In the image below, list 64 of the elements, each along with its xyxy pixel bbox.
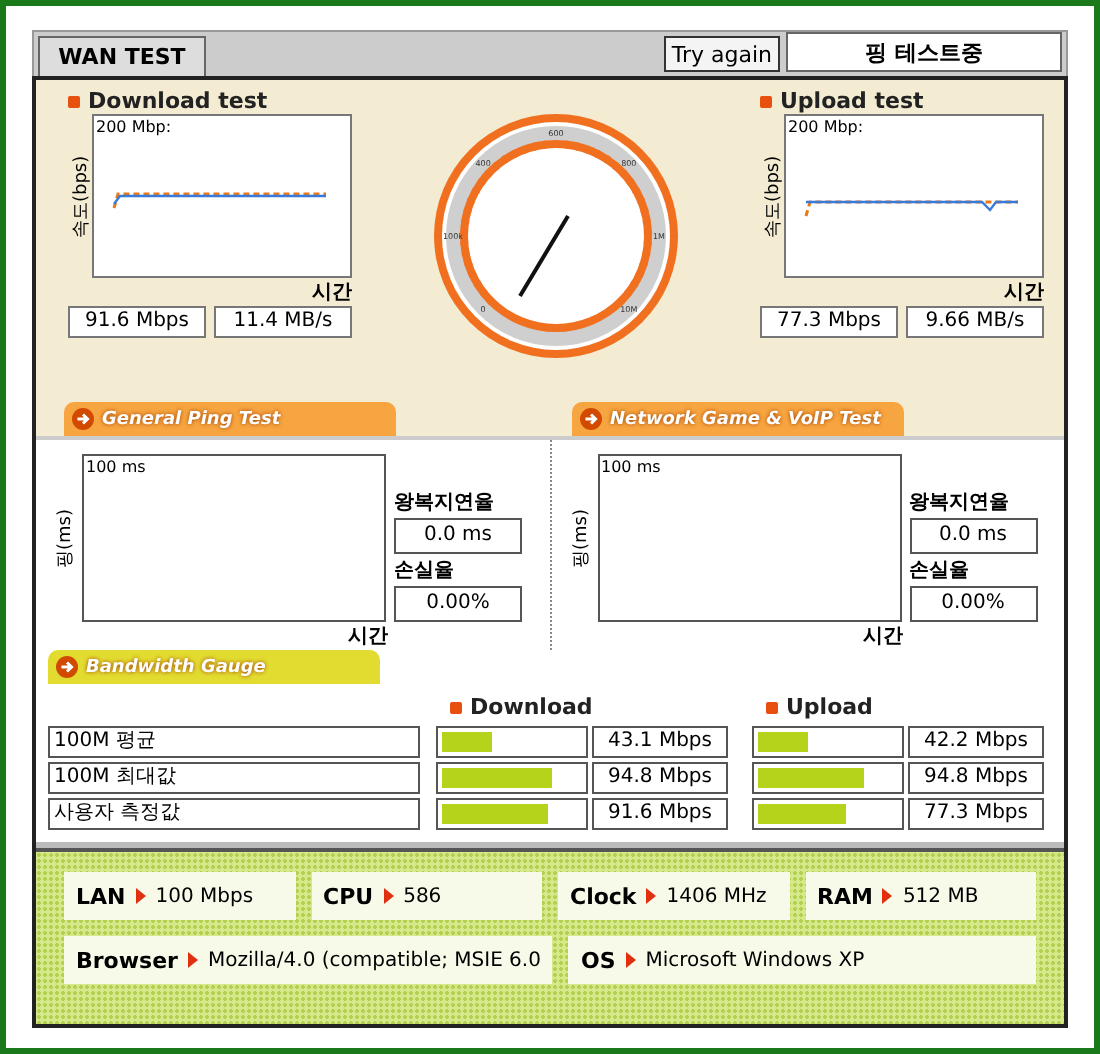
latency-value: 0.0 ms [909,518,1037,554]
info-value: 100 Mbps [155,885,254,907]
axis-label: 시간 [863,626,903,648]
info-label: Clock [570,883,637,909]
section-title: Download test [68,88,352,114]
info-value: 512 MB [902,885,979,907]
triangle-icon [625,952,636,968]
section-tab[interactable]: General Ping Test [64,402,396,436]
stat-label: 손실율 [394,558,456,584]
bandwidth-value: 43.1 Mbps [592,726,728,758]
section-tab[interactable]: Network Game & VoIP Test [572,402,904,436]
row-label: 100M 평균 [48,726,420,758]
speed-value: 9.66 MB/s [906,306,1044,338]
triangle-icon [882,888,893,904]
bandwidth-value: 94.8 Mbps [908,762,1044,794]
latency-value: 0.0 ms [394,518,522,554]
section-title: Upload test [760,88,1044,114]
info-label: Browser [76,947,178,973]
info-value: 586 [403,885,442,907]
info-value: Microsoft Windows XP [645,949,865,971]
arrow-icon [56,656,78,678]
info-value: Mozilla/4.0 (compatible; MSIE 6.0 [207,949,541,971]
scale-label: 100 ms [86,458,146,476]
speed-value: 91.6 Mbps [68,306,206,338]
speed-value: 11.4 MB/s [214,306,352,338]
info-label: OS [580,947,616,973]
column-title: Upload [766,694,873,720]
axis-label: 핑(ms) [54,506,74,572]
tab[interactable]: WAN TEST [38,36,206,76]
bandwidth-value: 94.8 Mbps [592,762,728,794]
info-label: RAM [817,883,873,909]
loss-value: 0.00% [394,586,522,622]
scale-label: 200 Mbp: [96,118,172,136]
bandwidth-value: 91.6 Mbps [592,798,728,830]
axis-label: 핑(ms) [569,506,589,572]
bandwidth-value: 77.3 Mbps [908,798,1044,830]
bandwidth-value: 42.2 Mbps [908,726,1044,758]
section-tab[interactable]: Bandwidth Gauge [48,650,380,684]
stat-label: 왕복지연율 [909,490,1011,516]
loss-value: 0.00% [909,586,1037,622]
axis-label: 시간 [312,280,352,306]
triangle-icon [135,888,146,904]
row-label: 사용자 측정값 [48,798,420,830]
speed-value: 77.3 Mbps [760,306,898,338]
status-field: 핑 테스트중 [786,32,1062,72]
triangle-icon [383,888,394,904]
row-label: 100M 최대값 [48,762,420,794]
scale-label: 200 Mbp: [788,118,864,136]
axis-label: 시간 [1004,280,1044,306]
arrow-icon [72,408,94,430]
try-again-button[interactable]: Try again [663,36,780,72]
axis-label: 시간 [348,626,388,648]
triangle-icon [187,952,198,968]
axis-label: 속도(bps) [762,152,782,242]
info-label: LAN [76,883,126,909]
triangle-icon [646,888,657,904]
stat-label: 손실율 [909,558,971,584]
info-value: 1406 MHz [666,885,767,907]
arrow-icon [580,408,602,430]
stat-label: 왕복지연율 [394,490,496,516]
scale-label: 100 ms [601,458,661,476]
info-label: CPU [323,883,374,909]
axis-label: 속도(bps) [70,152,90,242]
column-title: Download [450,694,766,720]
